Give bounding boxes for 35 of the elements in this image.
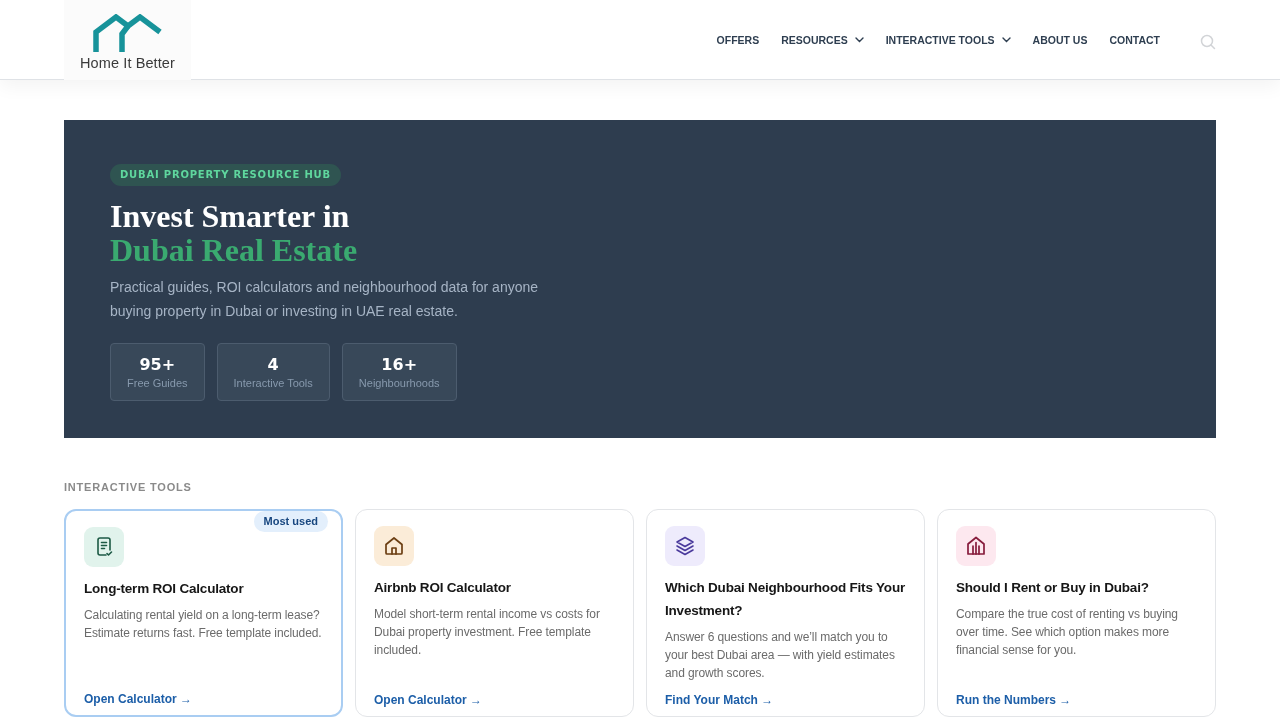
stat-value: 95+ (139, 355, 176, 375)
tool-description: Calculating rental yield on a long-term lease? Estimate returns fast. Free template included. (84, 607, 323, 642)
nav-link[interactable]: OFFERS (716, 33, 760, 46)
tool-link[interactable]: Open Calculator → (84, 691, 193, 707)
tool-title: Long-term ROI Calculator (84, 580, 244, 598)
section-heading: INTERACTIVE TOOLS (64, 480, 193, 494)
search-icon[interactable] (1200, 33, 1216, 50)
logo-text: Home It Better (80, 54, 175, 71)
tool-description: Answer 6 questions and we’ll match you to your best Dubai area — with yield estimates and growth scores. (665, 629, 896, 682)
stat-value: 4 (267, 355, 279, 375)
nav-link[interactable]: INTERACTIVE TOOLS (885, 33, 1011, 46)
most-used-badge: Most used (253, 511, 328, 532)
nav-link[interactable]: CONTACT (1109, 33, 1160, 46)
hero-description: Practical guides, ROI calculators and neighbourhood data for anyone buying property in Dubai or investing in UAE real estate. (110, 278, 540, 321)
nav-link[interactable]: RESOURCES (781, 33, 864, 46)
document-check-icon (84, 527, 124, 567)
roofs-logo-icon (91, 13, 164, 52)
stat-label: Neighbourhoods (358, 377, 440, 389)
tool-title: Airbnb ROI Calculator (374, 579, 511, 597)
hero-tag: DUBAI PROPERTY RESOURCE HUB (110, 164, 341, 186)
hero-heading: Invest Smarter in Dubai Real Estate (110, 199, 358, 267)
tool-description: Compare the true cost of renting vs buying over time. See which option makes more financial sense for you. (956, 606, 1179, 659)
tool-link[interactable]: Open Calculator → (374, 692, 483, 708)
tool-link[interactable]: Find Your Match → (665, 692, 774, 708)
layers-icon (665, 526, 705, 566)
stat-value: 16+ (381, 355, 418, 375)
house-icon (374, 526, 414, 566)
stat-label: Interactive Tools (233, 377, 313, 389)
tool-title: Which Dubai Neighbourhood Fits Your Investment? (665, 579, 906, 620)
nav-link[interactable]: ABOUT US (1032, 33, 1088, 46)
stat-label: Free Guides (127, 377, 188, 389)
tool-description: Model short-term rental income vs costs for Dubai property investment. Free template included. (374, 606, 601, 659)
tool-link[interactable]: Run the Numbers → (956, 692, 1072, 708)
building-icon (956, 526, 996, 566)
tool-title: Should I Rent or Buy in Dubai? (956, 579, 1149, 597)
